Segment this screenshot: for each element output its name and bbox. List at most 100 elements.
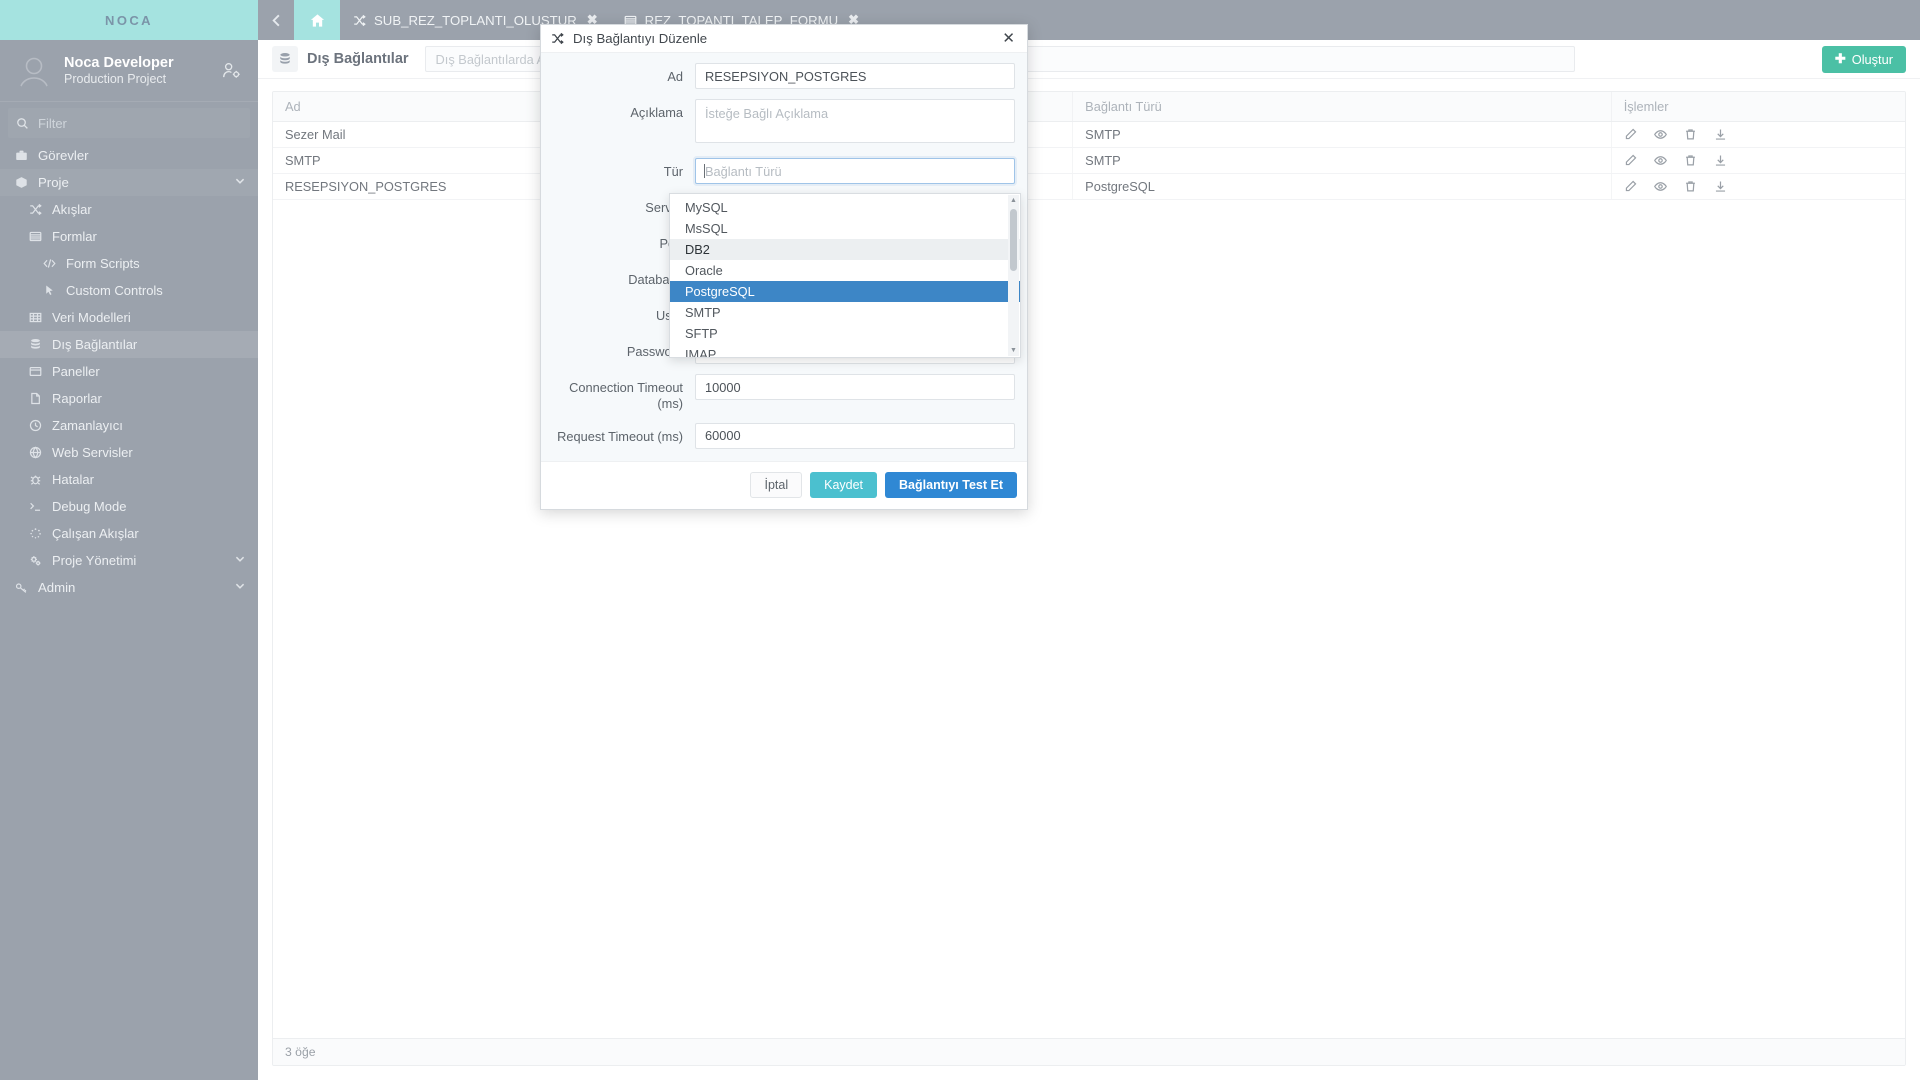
sidebar-item-label: Custom Controls xyxy=(66,283,163,298)
req-timeout-input[interactable] xyxy=(695,422,1015,449)
gears-icon xyxy=(28,554,43,567)
sidebar-item-form-scripts[interactable]: Form Scripts xyxy=(0,250,258,277)
delete-icon[interactable] xyxy=(1684,180,1697,193)
user-project: Production Project xyxy=(64,72,167,86)
ad-input[interactable] xyxy=(695,63,1015,89)
cancel-button[interactable]: İptal xyxy=(750,472,803,499)
connections-table-wrap: Ad Bağlantı Türü İşlemler Sezer Mail SMTP SM… xyxy=(272,91,1906,1066)
dropdown-option[interactable]: PostgreSQL xyxy=(670,281,1020,302)
field-row-conn-timeout: Connection Timeout (ms) xyxy=(549,374,1019,413)
chevron-down-icon[interactable] xyxy=(234,553,246,568)
sidebar-item-label: Dış Bağlantılar xyxy=(52,337,138,352)
sidebar-item-label: Form Scripts xyxy=(66,256,140,271)
clock-icon xyxy=(28,419,43,432)
sidebar-item-paneller[interactable]: Paneller xyxy=(0,358,258,385)
sidebar-item-raporlar[interactable]: Raporlar xyxy=(0,385,258,412)
conn-timeout-input[interactable] xyxy=(695,374,1015,400)
sidebar-item-admin[interactable]: Admin xyxy=(0,574,258,601)
test-connection-button[interactable]: Bağlantıyı Test Et xyxy=(885,472,1017,499)
chevron-down-icon[interactable] xyxy=(234,175,246,190)
close-icon[interactable]: ✕ xyxy=(1000,31,1017,46)
delete-icon[interactable] xyxy=(1684,154,1697,167)
back-button[interactable] xyxy=(258,0,294,40)
conn-timeout-label: Connection Timeout (ms) xyxy=(569,380,683,412)
avatar xyxy=(14,51,54,91)
row-actions xyxy=(1624,180,1893,193)
view-icon[interactable] xyxy=(1653,154,1667,167)
dropdown-list: MySQL MsSQL DB2 Oracle PostgreSQL SMTP SFTP IMA… xyxy=(670,194,1020,357)
dropdown-option[interactable]: DB2 xyxy=(670,239,1020,260)
sidebar-item-zamanlayıcı[interactable]: Zamanlayıcı xyxy=(0,412,258,439)
sidebar-item-label: Paneller xyxy=(52,364,100,379)
scroll-down-icon[interactable]: ▼ xyxy=(1008,345,1019,356)
page-title-wrap: Dış Bağlantılar xyxy=(272,46,409,72)
panel-icon xyxy=(28,365,43,378)
table-row[interactable]: Sezer Mail SMTP xyxy=(273,121,1905,148)
sidebar-filter-row[interactable] xyxy=(8,108,250,138)
sidebar-item-debug-mode[interactable]: Debug Mode xyxy=(0,493,258,520)
view-icon[interactable] xyxy=(1653,128,1667,141)
dropdown-option[interactable]: MySQL xyxy=(670,197,1020,218)
sidebar-item-label: Admin xyxy=(38,580,76,595)
dropdown-option[interactable]: SMTP xyxy=(670,302,1020,323)
sidebar-item-akışlar[interactable]: Akışlar xyxy=(0,196,258,223)
user-name: Noca Developer xyxy=(64,54,174,71)
dropdown-option[interactable]: SFTP xyxy=(670,323,1020,344)
tab-home[interactable] xyxy=(294,0,340,40)
sidebar-filter-input[interactable] xyxy=(38,115,242,131)
sidebar-item-label: Proje Yönetimi xyxy=(52,553,137,568)
sidebar-item-web-servisler[interactable]: Web Servisler xyxy=(0,439,258,466)
scroll-thumb[interactable] xyxy=(1010,209,1017,271)
sidebar-item-proje[interactable]: Proje xyxy=(0,169,258,196)
edit-icon[interactable] xyxy=(1624,128,1637,141)
edit-icon[interactable] xyxy=(1624,180,1637,193)
sidebar-item-proje-yönetimi[interactable]: Proje Yönetimi xyxy=(0,547,258,574)
table-row[interactable]: RESEPSIYON_POSTGRES PostgreSQL xyxy=(273,173,1905,200)
connection-type-dropdown[interactable]: MySQL MsSQL DB2 Oracle PostgreSQL SMTP SFTP IMA… xyxy=(669,193,1021,358)
row-actions xyxy=(1624,154,1893,167)
dropdown-scrollbar[interactable]: ▲ ▼ xyxy=(1008,195,1019,356)
create-button[interactable]: ✚ Oluştur xyxy=(1821,45,1906,73)
field-row-aciklama: Açıklama xyxy=(549,99,1019,148)
save-button[interactable]: Kaydet xyxy=(810,472,878,499)
sidebar-item-custom-controls[interactable]: Custom Controls xyxy=(0,277,258,304)
switch-user-icon[interactable] xyxy=(222,61,244,80)
cell-actions xyxy=(1611,121,1905,148)
download-icon[interactable] xyxy=(1714,180,1727,193)
item-count: 3 öğe xyxy=(285,1045,316,1059)
sidebar-item-dış-bağlantılar[interactable]: Dış Bağlantılar xyxy=(0,331,258,358)
edit-icon[interactable] xyxy=(1624,154,1637,167)
cell-type: SMTP xyxy=(1072,147,1612,174)
sidebar-item-veri-modelleri[interactable]: Veri Modelleri xyxy=(0,304,258,331)
sidebar-item-label: Hatalar xyxy=(52,472,94,487)
download-icon[interactable] xyxy=(1714,154,1727,167)
sidebar-item-formlar[interactable]: Formlar xyxy=(0,223,258,250)
tur-input[interactable] xyxy=(695,158,1015,184)
aciklama-textarea[interactable] xyxy=(695,99,1015,143)
search-icon xyxy=(17,117,28,129)
sidebar-item-hatalar[interactable]: Hatalar xyxy=(0,466,258,493)
dropdown-option[interactable]: MsSQL xyxy=(670,218,1020,239)
aciklama-label: Açıklama xyxy=(630,105,683,120)
table-row[interactable]: SMTP SMTP xyxy=(273,147,1905,174)
sidebar-item-görevler[interactable]: Görevler xyxy=(0,142,258,169)
dropdown-option[interactable]: IMAP xyxy=(670,344,1020,357)
column-header[interactable]: İşlemler xyxy=(1611,92,1905,122)
page-title: Dış Bağlantılar xyxy=(307,51,409,67)
modal-title: Dış Bağlantıyı Düzenle xyxy=(573,31,708,46)
scroll-up-icon[interactable]: ▲ xyxy=(1008,195,1019,206)
briefcase-icon xyxy=(14,149,29,162)
ad-label: Ad xyxy=(667,69,683,84)
sidebar-item-çalışan-akışlar[interactable]: Çalışan Akışlar xyxy=(0,520,258,547)
sidebar: NOCA Noca Developer Production Project F… xyxy=(0,0,258,1080)
dropdown-option[interactable]: Oracle xyxy=(670,260,1020,281)
user-block: Noca Developer Production Project xyxy=(0,40,258,102)
chevron-down-icon[interactable] xyxy=(234,580,246,595)
view-icon[interactable] xyxy=(1653,180,1667,193)
delete-icon[interactable] xyxy=(1684,128,1697,141)
sidebar-item-label: Akışlar xyxy=(52,202,92,217)
column-header[interactable]: Bağlantı Türü xyxy=(1072,92,1612,122)
field-row-tur: Tür xyxy=(549,158,1019,184)
download-icon[interactable] xyxy=(1714,128,1727,141)
